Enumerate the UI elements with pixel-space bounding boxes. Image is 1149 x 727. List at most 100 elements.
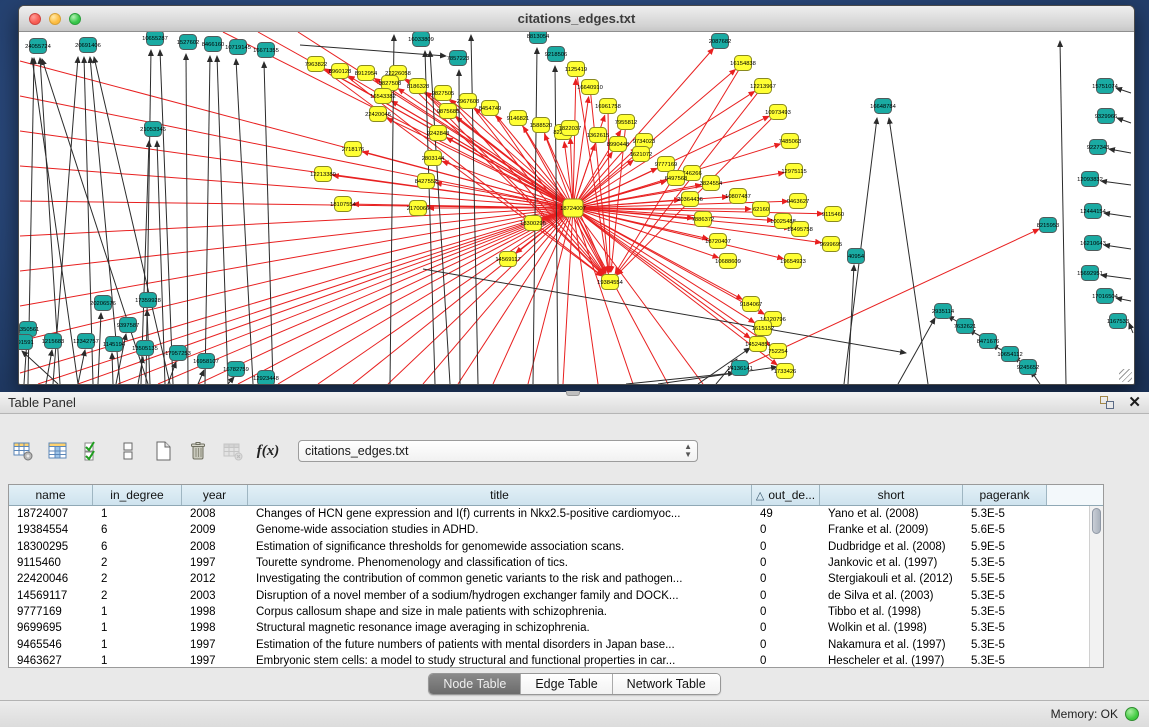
table-selector-dropdown[interactable]: citations_edges.txt ▲▼: [298, 440, 698, 462]
cell-in-degree[interactable]: 1: [93, 639, 182, 651]
cell-title[interactable]: Structural magnetic resonance image aver…: [248, 622, 752, 634]
cell-year[interactable]: 1998: [182, 622, 248, 634]
graph-node[interactable]: 8454749: [479, 101, 502, 116]
graph-node[interactable]: 2170066: [407, 201, 430, 216]
graph-node[interactable]: 15751074: [1092, 79, 1119, 94]
table-row[interactable]: 1872400712008Changes of HCN gene express…: [9, 506, 1089, 522]
cell-title[interactable]: Disruption of a novel member of a sodium…: [248, 590, 752, 602]
graph-node[interactable]: 20691406: [75, 38, 101, 53]
select-column-button[interactable]: [45, 438, 71, 464]
graph-node[interactable]: 9115460: [822, 207, 844, 222]
graph-node[interactable]: 16958107: [193, 354, 219, 369]
cell-pagerank[interactable]: 5.3E-5: [963, 655, 1047, 667]
cell-name[interactable]: 9699695: [9, 622, 93, 634]
column-header-pagerank[interactable]: pagerank: [963, 485, 1047, 505]
graph-node[interactable]: 16210643: [1080, 236, 1106, 251]
table-row[interactable]: 2242004622012Investigating the contribut…: [9, 571, 1089, 587]
scrollbar-thumb[interactable]: [1092, 508, 1101, 534]
graph-node[interactable]: 7963822: [305, 57, 328, 72]
cell-pagerank[interactable]: 5.3E-5: [963, 557, 1047, 569]
cell-title[interactable]: Estimation of the future numbers of pati…: [248, 639, 752, 651]
cell-short[interactable]: Nakamura et al. (1997): [820, 639, 963, 651]
cell-title[interactable]: Corpus callosum shape and size in male p…: [248, 606, 752, 618]
cell-pagerank[interactable]: 5.3E-5: [963, 622, 1047, 634]
tab-node-table[interactable]: Node Table: [429, 674, 521, 694]
cell-name[interactable]: 18724007: [9, 508, 93, 520]
cell-in-degree[interactable]: 2: [93, 573, 182, 585]
graph-node[interactable]: 7485063: [779, 134, 802, 149]
graph-node[interactable]: 2967608: [457, 94, 480, 109]
table-row[interactable]: 969969511998Structural magnetic resonanc…: [9, 620, 1089, 636]
graph-node[interactable]: 22420046: [365, 107, 391, 122]
graph-node[interactable]: 2087682: [709, 34, 732, 49]
function-builder-button[interactable]: f(x): [255, 438, 281, 464]
select-rows-button[interactable]: [80, 438, 106, 464]
graph-node[interactable]: 9329966: [1095, 109, 1118, 124]
graph-node[interactable]: 12213389: [310, 167, 336, 182]
cell-year[interactable]: 2012: [182, 573, 248, 585]
window-resize-grip[interactable]: [1119, 369, 1132, 382]
cell-short[interactable]: Hescheler et al. (1997): [820, 655, 963, 667]
graph-node[interactable]: 12975115: [781, 164, 806, 179]
network-window-titlebar[interactable]: citations_edges.txt: [19, 6, 1134, 32]
table-row[interactable]: 1456911722003Disruption of a novel membe…: [9, 587, 1089, 603]
graph-node[interactable]: 12093832: [1077, 172, 1103, 187]
cell-out-de-[interactable]: 0: [752, 573, 820, 585]
graph-node[interactable]: 18720407: [705, 234, 731, 249]
graph-node[interactable]: 19384554: [597, 275, 624, 290]
delete-table-button[interactable]: [185, 438, 211, 464]
cell-pagerank[interactable]: 5.9E-5: [963, 541, 1047, 553]
graph-node[interactable]: 13505135: [132, 341, 158, 356]
cell-name[interactable]: 9777169: [9, 606, 93, 618]
graph-node[interactable]: 16154838: [730, 56, 756, 71]
graph-node[interactable]: 8471676: [977, 334, 1000, 349]
cell-pagerank[interactable]: 5.5E-5: [963, 573, 1047, 585]
cell-pagerank[interactable]: 5.3E-5: [963, 639, 1047, 651]
table-row[interactable]: 977716911998Corpus callosum shape and si…: [9, 604, 1089, 620]
column-header-name[interactable]: name: [9, 485, 93, 505]
graph-node[interactable]: 9699695: [820, 237, 843, 252]
graph-node[interactable]: 8960128: [329, 64, 352, 79]
cell-short[interactable]: Wolkin et al. (1998): [820, 622, 963, 634]
graph-node[interactable]: 7886372: [692, 212, 715, 227]
graph-node[interactable]: 10719145: [225, 40, 251, 55]
close-panel-icon[interactable]: ✕: [1128, 396, 1141, 410]
graph-node[interactable]: 9218506: [545, 47, 568, 62]
graph-node[interactable]: 14569117: [495, 252, 520, 267]
graph-node[interactable]: 9397587: [117, 318, 140, 333]
cell-name[interactable]: 14569117: [9, 590, 93, 602]
cell-year[interactable]: 1998: [182, 606, 248, 618]
graph-node[interactable]: 1167533: [1107, 314, 1129, 329]
graph-node[interactable]: 9184067: [740, 297, 763, 312]
graph-node[interactable]: 12342757: [73, 334, 99, 349]
cell-year[interactable]: 1997: [182, 557, 248, 569]
cell-title[interactable]: Investigating the contribution of common…: [248, 573, 752, 585]
new-table-button[interactable]: [150, 438, 176, 464]
graph-node[interactable]: 16033809: [408, 32, 434, 47]
cell-out-de-[interactable]: 0: [752, 622, 820, 634]
column-header-year[interactable]: year: [182, 485, 248, 505]
graph-node[interactable]: 8466160: [202, 37, 225, 52]
graph-node[interactable]: 1621072: [630, 147, 653, 162]
cell-pagerank[interactable]: 5.3E-5: [963, 606, 1047, 618]
graph-node[interactable]: 8912954: [355, 66, 378, 81]
graph-node[interactable]: 18107554: [330, 197, 357, 212]
cell-pagerank[interactable]: 5.6E-5: [963, 524, 1047, 536]
float-panel-icon[interactable]: [1100, 396, 1114, 409]
cell-short[interactable]: Jankovic et al. (1997): [820, 557, 963, 569]
cell-title[interactable]: Genome-wide association studies in ADHD.: [248, 524, 752, 536]
graph-node[interactable]: 12923448: [253, 371, 279, 385]
cell-in-degree[interactable]: 2: [93, 557, 182, 569]
graph-node[interactable]: 24055724: [25, 39, 52, 54]
table-settings-button[interactable]: [10, 438, 36, 464]
cell-title[interactable]: Estimation of significance thresholds fo…: [248, 541, 752, 553]
graph-node[interactable]: 10655287: [142, 32, 168, 46]
cell-in-degree[interactable]: 1: [93, 622, 182, 634]
cell-year[interactable]: 1997: [182, 639, 248, 651]
cell-short[interactable]: de Silva et al. (2003): [820, 590, 963, 602]
column-header-title[interactable]: title: [248, 485, 752, 505]
cell-year[interactable]: 2008: [182, 541, 248, 553]
cell-out-de-[interactable]: 0: [752, 557, 820, 569]
graph-node[interactable]: 8427552: [415, 174, 438, 189]
cell-name[interactable]: 22420046: [9, 573, 93, 585]
